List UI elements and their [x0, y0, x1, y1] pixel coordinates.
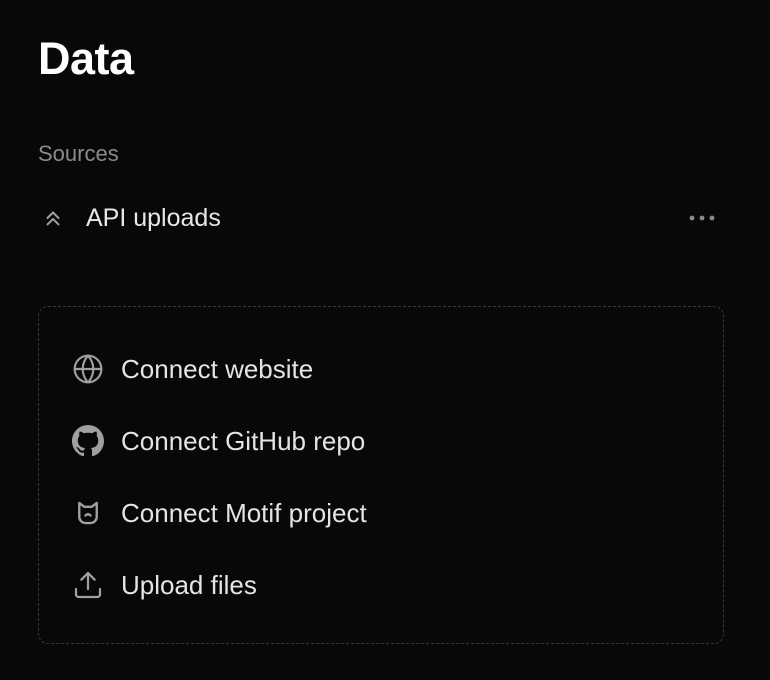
connect-sources-panel: Connect website Connect GitHub repo Conn…	[38, 306, 724, 644]
page-title: Data	[38, 33, 134, 84]
github-icon	[71, 424, 105, 458]
connect-motif-button[interactable]: Connect Motif project	[71, 490, 367, 536]
chevrons-up-icon[interactable]	[38, 203, 68, 233]
upload-icon	[71, 568, 105, 602]
motif-icon	[71, 496, 105, 530]
upload-files-button[interactable]: Upload files	[71, 562, 257, 608]
connect-github-button[interactable]: Connect GitHub repo	[71, 418, 365, 464]
sources-section-label: Sources	[38, 141, 119, 166]
connect-website-button[interactable]: Connect website	[71, 346, 313, 392]
source-item-api-uploads[interactable]: API uploads	[38, 196, 720, 240]
connect-github-label: Connect GitHub repo	[121, 426, 366, 456]
connect-website-label: Connect website	[121, 354, 314, 384]
connect-motif-label: Connect Motif project	[121, 498, 367, 528]
upload-files-label: Upload files	[121, 570, 257, 600]
globe-icon	[71, 352, 105, 386]
more-horizontal-icon[interactable]	[686, 204, 718, 232]
source-item-label: API uploads	[86, 204, 221, 232]
